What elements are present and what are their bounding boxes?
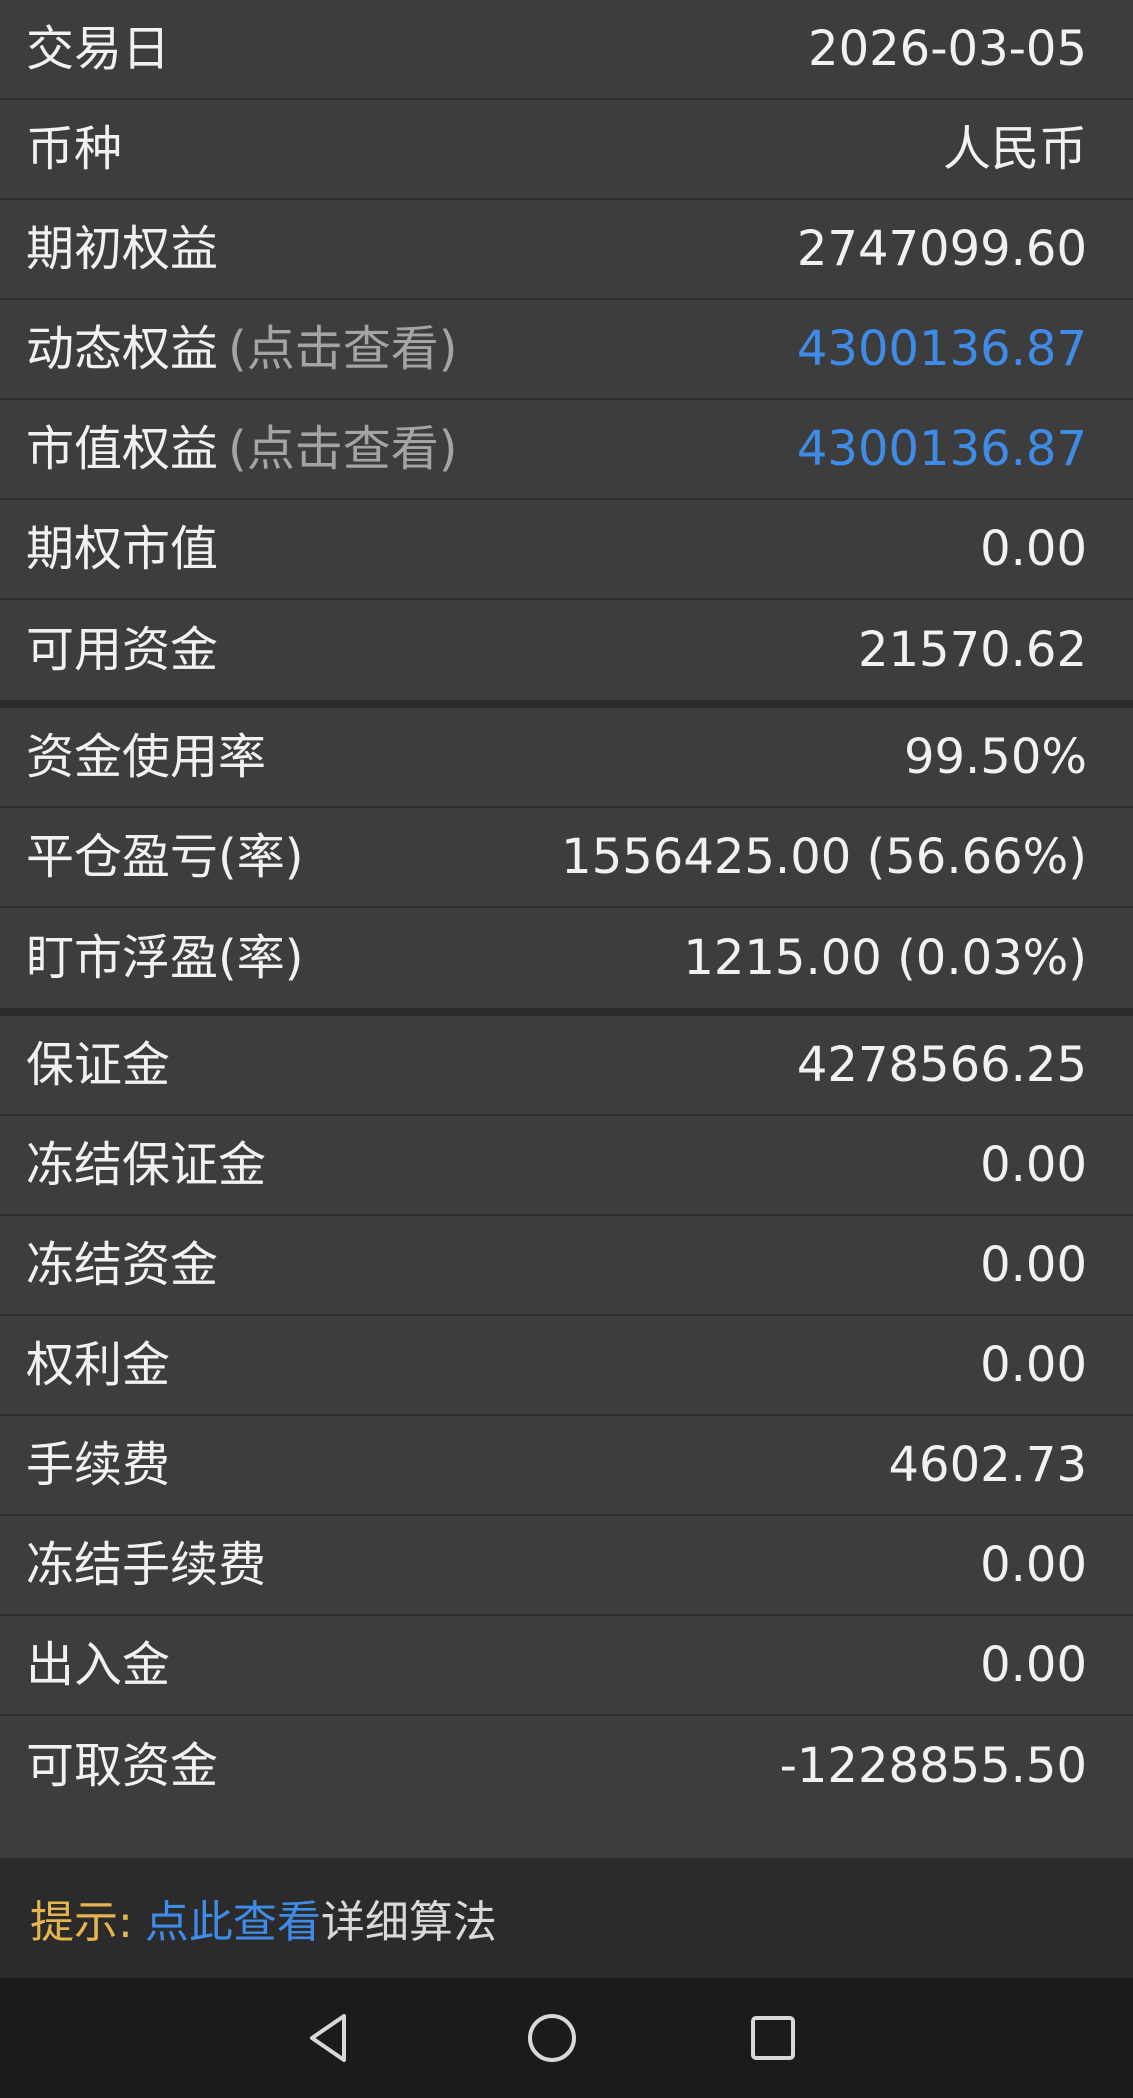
row-value: 21570.62 — [857, 622, 1087, 678]
row-label: 冻结资金 — [26, 1237, 219, 1293]
row-floating-pnl: 盯市浮盈(率) 1215.00 (0.03%) — [0, 908, 1133, 1008]
row-label: 交易日 — [26, 21, 171, 77]
home-button[interactable] — [522, 2008, 582, 2068]
row-label: 冻结保证金 — [26, 1137, 267, 1193]
row-label: 盯市浮盈(率) — [26, 930, 304, 986]
row-value: 0.00 — [980, 1537, 1087, 1593]
row-dynamic-equity[interactable]: 动态权益 (点击查看) 4300136.87 — [0, 300, 1133, 400]
row-label: 币种 — [26, 121, 123, 177]
row-label: 市值权益 — [26, 421, 219, 477]
tip-bar: 提示: 点此查看 详细算法 — [0, 1858, 1133, 1978]
view-details-link[interactable]: 点此查看 — [145, 1886, 321, 1950]
back-triangle-icon — [310, 2014, 346, 2062]
row-frozen-commission: 冻结手续费 0.00 — [0, 1516, 1133, 1616]
row-label: 权利金 — [26, 1337, 171, 1393]
row-label: 平仓盈亏(率) — [26, 829, 304, 885]
row-withdrawable-funds: 可取资金 -1228855.50 — [0, 1716, 1133, 1816]
row-label: 保证金 — [26, 1037, 171, 1093]
row-label: 冻结手续费 — [26, 1537, 267, 1593]
row-value: 2747099.60 — [796, 221, 1087, 277]
row-margin: 保证金 4278566.25 — [0, 1016, 1133, 1116]
row-option-market-value: 期权市值 0.00 — [0, 500, 1133, 600]
row-opening-equity: 期初权益 2747099.60 — [0, 200, 1133, 300]
row-label: 可用资金 — [26, 622, 219, 678]
tip-prefix: 提示: — [30, 1897, 133, 1948]
home-circle-icon — [527, 2014, 576, 2062]
row-value: 4278566.25 — [796, 1037, 1087, 1093]
row-label: 出入金 — [26, 1637, 171, 1693]
row-commission: 手续费 4602.73 — [0, 1416, 1133, 1516]
row-frozen-funds: 冻结资金 0.00 — [0, 1216, 1133, 1316]
row-currency: 币种 人民币 — [0, 100, 1133, 200]
row-label: 期权市值 — [26, 521, 219, 577]
row-value: 99.50% — [903, 729, 1087, 785]
row-value: 人民币 — [942, 121, 1087, 177]
row-available-funds: 可用资金 21570.62 — [0, 600, 1133, 700]
row-label: 资金使用率 — [26, 729, 267, 785]
row-deposit-withdrawal: 出入金 0.00 — [0, 1616, 1133, 1716]
row-label: 期初权益 — [26, 221, 219, 277]
row-label: 可取资金 — [26, 1738, 219, 1794]
row-label: 动态权益 — [26, 321, 219, 377]
market-value-equity-link[interactable]: 4300136.87 — [797, 425, 1087, 473]
row-trade-date: 交易日 2026-03-05 — [0, 0, 1133, 100]
row-value: 0.00 — [980, 1137, 1087, 1193]
row-value: 1215.00 (0.03%) — [683, 930, 1087, 986]
back-button[interactable] — [300, 2008, 360, 2068]
recents-button[interactable] — [743, 2008, 803, 2068]
row-value: 0.00 — [980, 1637, 1087, 1693]
row-market-value-equity[interactable]: 市值权益 (点击查看) 4300136.87 — [0, 400, 1133, 500]
dynamic-equity-link[interactable]: 4300136.87 — [797, 325, 1087, 373]
row-closing-pnl: 平仓盈亏(率) 1556425.00 (56.66%) — [0, 808, 1133, 908]
click-to-view-hint[interactable]: (点击查看) — [228, 325, 457, 373]
row-label: 手续费 — [26, 1437, 171, 1493]
row-value: 0.00 — [980, 1337, 1087, 1393]
row-value: 4602.73 — [888, 1437, 1088, 1493]
row-value: 0.00 — [980, 521, 1087, 577]
row-premium: 权利金 0.00 — [0, 1316, 1133, 1416]
row-value: 1556425.00 (56.66%) — [561, 829, 1087, 885]
section-divider — [0, 1008, 1133, 1016]
click-to-view-hint[interactable]: (点击查看) — [228, 425, 457, 473]
section-divider — [0, 700, 1133, 708]
row-value: 0.00 — [980, 1237, 1087, 1293]
row-frozen-margin: 冻结保证金 0.00 — [0, 1116, 1133, 1216]
row-fund-usage-rate: 资金使用率 99.50% — [0, 708, 1133, 808]
recents-square-icon — [751, 2016, 795, 2060]
account-funds-list: 交易日 2026-03-05 币种 人民币 期初权益 2747099.60 动态… — [0, 0, 1133, 1816]
system-navigation-bar — [0, 1978, 1133, 2098]
row-value: 2026-03-05 — [808, 21, 1087, 77]
row-value: -1228855.50 — [779, 1738, 1087, 1794]
tip-text: 详细算法 — [320, 1897, 497, 1948]
